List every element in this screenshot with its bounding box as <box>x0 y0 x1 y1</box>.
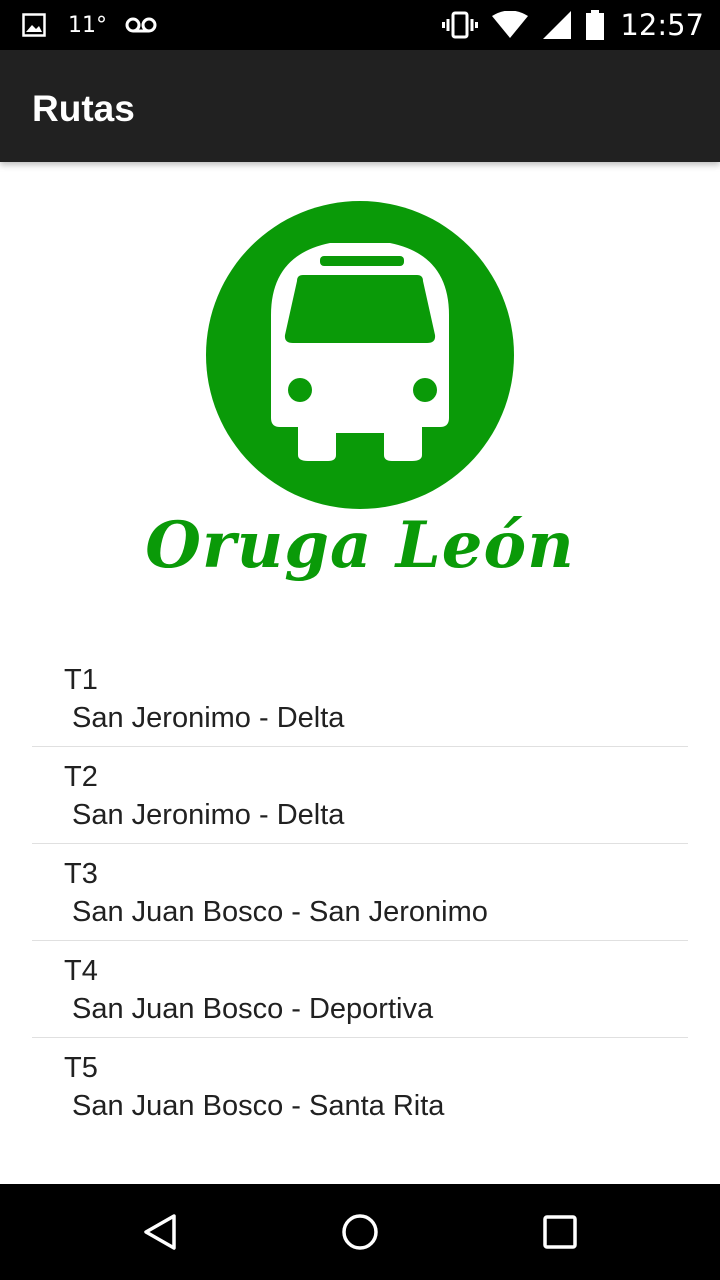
route-code: T1 <box>64 664 98 696</box>
route-name: San Jeronimo - Delta <box>72 702 345 734</box>
route-name: San Jeronimo - Delta <box>72 799 345 831</box>
vibrate-icon <box>442 11 479 39</box>
bus-headlight-right <box>413 378 437 402</box>
route-code: T5 <box>64 1052 98 1084</box>
list-item-route-t1[interactable]: T1 San Jeronimo - Delta <box>32 650 688 747</box>
home-icon[interactable] <box>340 1212 380 1252</box>
route-name: San Juan Bosco - Deportiva <box>72 993 434 1025</box>
recents-icon[interactable] <box>540 1212 580 1252</box>
route-code: T3 <box>64 858 98 890</box>
battery-icon <box>586 10 605 40</box>
list-item-route-t5[interactable]: T5 San Juan Bosco - Santa Rita <box>32 1038 688 1134</box>
wifi-icon <box>492 11 529 38</box>
list-item-route-t2[interactable]: T2 San Jeronimo - Delta <box>32 747 688 844</box>
page-title: Rutas <box>32 88 135 129</box>
route-list: T1 San Jeronimo - Delta T2 San Jeronimo … <box>32 650 688 1134</box>
back-icon[interactable] <box>140 1212 180 1252</box>
list-item-route-t4[interactable]: T4 San Juan Bosco - Deportiva <box>32 941 688 1038</box>
voicemail-icon <box>125 17 157 33</box>
app-bar: Rutas <box>0 50 720 162</box>
navigation-bar <box>0 1184 720 1280</box>
route-code: T2 <box>64 761 98 793</box>
bus-roof-sign <box>320 256 404 266</box>
bus-headlight-left <box>288 378 312 402</box>
clock: 12:57 <box>620 8 704 42</box>
image-icon <box>22 13 46 37</box>
route-code: T4 <box>64 955 98 987</box>
signal-icon <box>543 11 572 39</box>
bus-windshield <box>284 275 436 343</box>
list-item-route-t3[interactable]: T3 San Juan Bosco - San Jeronimo <box>32 844 688 941</box>
route-name: San Juan Bosco - Santa Rita <box>72 1090 445 1122</box>
brand-wordmark: Oruga León <box>145 508 575 583</box>
temperature: 11° <box>68 12 107 38</box>
route-name: San Juan Bosco - San Jeronimo <box>72 896 488 928</box>
status-bar: 11° 12:57 <box>0 0 720 50</box>
